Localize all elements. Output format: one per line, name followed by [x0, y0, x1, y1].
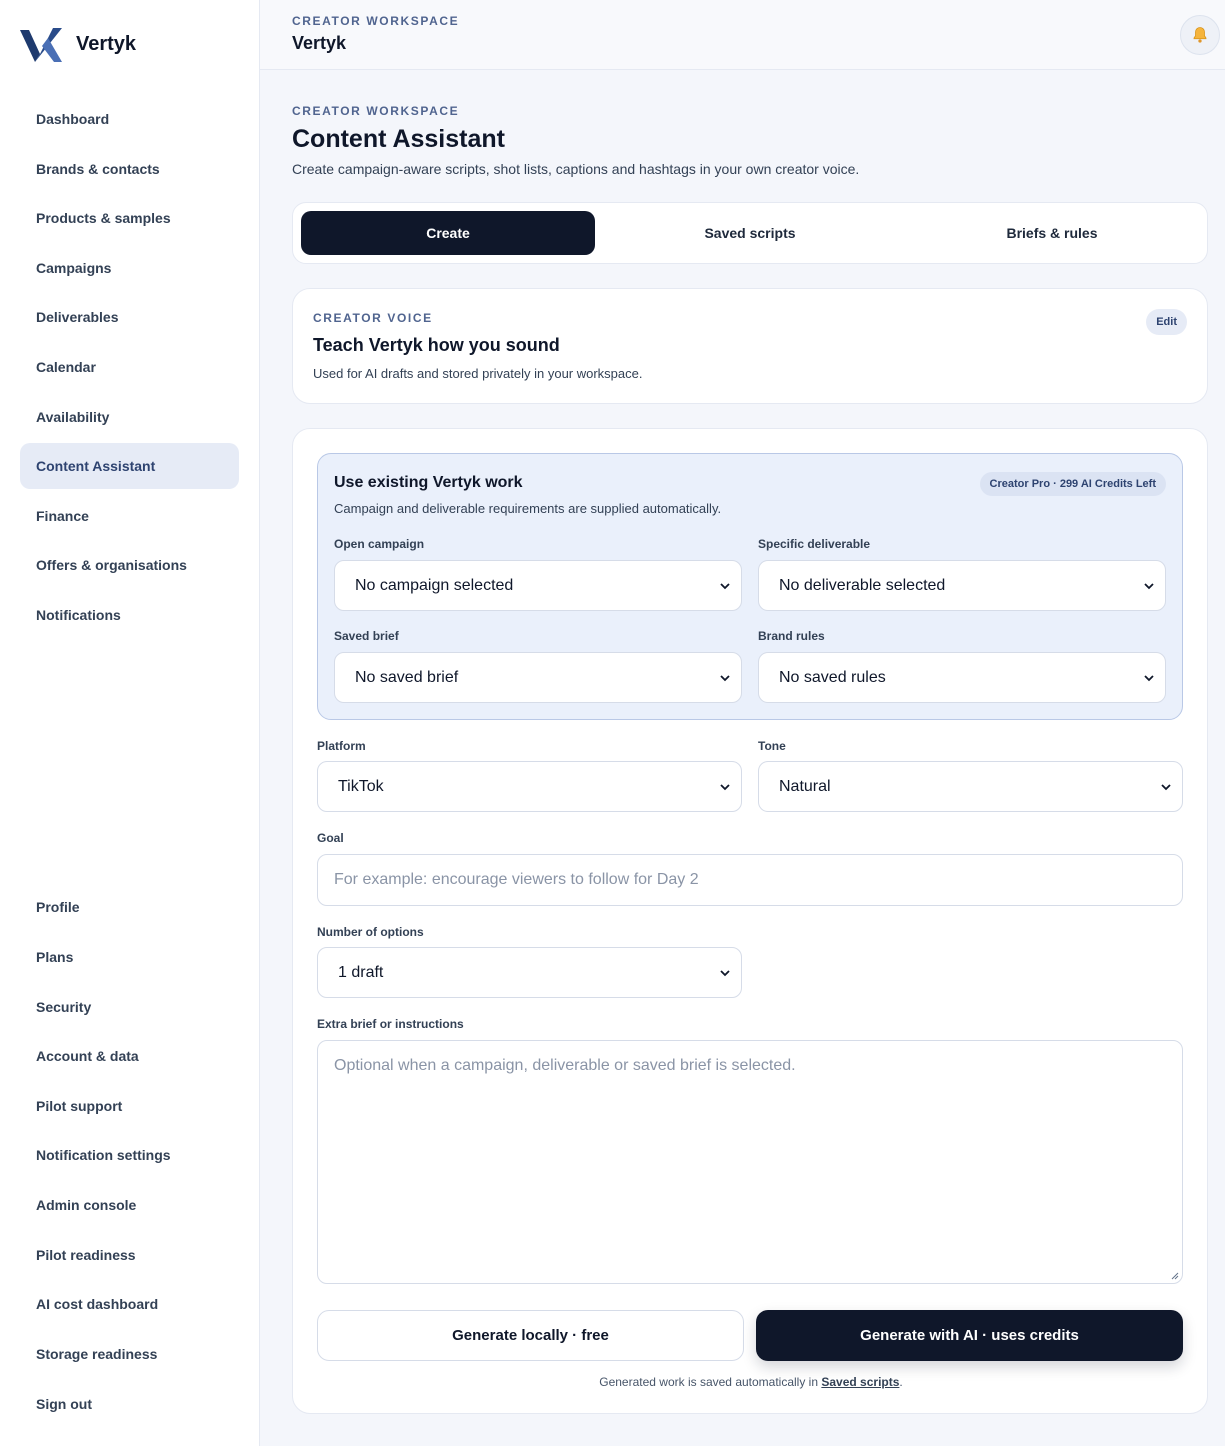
credits-badge: Creator Pro · 299 AI Credits Left: [979, 472, 1166, 496]
goal-input[interactable]: For example: encourage viewers to follow…: [317, 854, 1183, 906]
sidebar-item-dashboard[interactable]: Dashboard: [20, 96, 239, 142]
existing-work-title: Use existing Vertyk work: [334, 474, 523, 491]
sidebar-item-notifications[interactable]: Notifications: [20, 592, 239, 638]
existing-work-subtitle: Campaign and deliverable requirements ar…: [334, 501, 722, 516]
creator-voice-card: CREATOR VOICE Teach Vertyk how you sound…: [292, 288, 1208, 404]
voice-eyebrow: CREATOR VOICE: [313, 311, 433, 325]
chevron-down-icon: [720, 970, 730, 977]
extra-brief-textarea[interactable]: Optional when a campaign, deliverable or…: [317, 1040, 1183, 1284]
header-title: Vertyk: [292, 33, 347, 53]
voice-title: Teach Vertyk how you sound: [313, 335, 560, 355]
footnote-suffix: .: [899, 1375, 903, 1389]
options-label: Number of options: [317, 925, 424, 939]
brand-rules-select[interactable]: No saved rules: [758, 652, 1166, 703]
tone-select-value: Natural: [779, 777, 831, 795]
saved-brief-label: Saved brief: [334, 629, 399, 643]
brand-rules-label: Brand rules: [758, 629, 825, 643]
options-select-value: 1 draft: [338, 963, 384, 981]
platform-label: Platform: [317, 739, 366, 753]
campaign-select[interactable]: No campaign selected: [334, 560, 742, 611]
chevron-down-icon: [1144, 583, 1154, 590]
voice-subtitle: Used for AI drafts and stored privately …: [313, 366, 643, 381]
notifications-bell-button[interactable]: [1180, 15, 1220, 55]
saved-brief-select[interactable]: No saved brief: [334, 652, 742, 703]
brand-rules-select-value: No saved rules: [779, 668, 886, 686]
tab-create[interactable]: Create: [301, 211, 595, 255]
saved-scripts-link[interactable]: Saved scripts: [821, 1375, 899, 1389]
chevron-down-icon: [720, 675, 730, 682]
header-eyebrow: CREATOR WORKSPACE: [292, 14, 460, 28]
vertyk-logo-icon: [20, 28, 62, 62]
sidebar-item-pilot-support[interactable]: Pilot support: [20, 1083, 239, 1129]
sidebar-item-sign-out[interactable]: Sign out: [20, 1381, 239, 1427]
chevron-down-icon: [720, 583, 730, 590]
sidebar-item-ai-cost-dashboard[interactable]: AI cost dashboard: [20, 1281, 239, 1327]
tab-saved-scripts[interactable]: Saved scripts: [603, 211, 897, 255]
existing-work-panel: Use existing Vertyk work Campaign and de…: [317, 453, 1183, 720]
page-title: Content Assistant: [292, 125, 505, 153]
sidebar-item-calendar[interactable]: Calendar: [20, 344, 239, 390]
goal-placeholder: For example: encourage viewers to follow…: [334, 871, 699, 888]
sidebar: Vertyk Dashboard Brands & contacts Produ…: [0, 0, 260, 1446]
deliverable-select-value: No deliverable selected: [779, 576, 946, 594]
tab-bar: Create Saved scripts Briefs & rules: [292, 202, 1208, 264]
tone-select[interactable]: Natural: [758, 761, 1183, 812]
content-form-card: Use existing Vertyk work Campaign and de…: [292, 428, 1208, 1414]
sidebar-item-security[interactable]: Security: [20, 984, 239, 1030]
chevron-down-icon: [1144, 675, 1154, 682]
sidebar-item-campaigns[interactable]: Campaigns: [20, 245, 239, 291]
platform-select[interactable]: TikTok: [317, 761, 742, 812]
chevron-down-icon: [1161, 784, 1171, 791]
tone-label: Tone: [758, 739, 786, 753]
sidebar-item-account-data[interactable]: Account & data: [20, 1033, 239, 1079]
options-select[interactable]: 1 draft: [317, 947, 742, 998]
sidebar-item-storage-readiness[interactable]: Storage readiness: [20, 1331, 239, 1377]
campaign-label: Open campaign: [334, 537, 425, 551]
sidebar-item-pilot-readiness[interactable]: Pilot readiness: [20, 1232, 239, 1278]
brand-name: Vertyk: [76, 32, 137, 55]
resize-handle-icon[interactable]: [1169, 1270, 1179, 1280]
deliverable-select[interactable]: No deliverable selected: [758, 560, 1166, 611]
generate-locally-button[interactable]: Generate locally · free: [317, 1310, 744, 1361]
sidebar-item-products-samples[interactable]: Products & samples: [20, 195, 239, 241]
page-eyebrow: CREATOR WORKSPACE: [292, 104, 460, 118]
platform-select-value: TikTok: [338, 777, 384, 795]
sidebar-item-admin-console[interactable]: Admin console: [20, 1182, 239, 1228]
top-header: CREATOR WORKSPACE Vertyk: [260, 0, 1225, 70]
tab-briefs-rules[interactable]: Briefs & rules: [905, 211, 1199, 255]
chevron-down-icon: [720, 784, 730, 791]
campaign-select-value: No campaign selected: [355, 576, 514, 594]
footnote-prefix: Generated work is saved automatically in: [599, 1375, 822, 1389]
deliverable-label: Specific deliverable: [758, 537, 871, 551]
saved-brief-select-value: No saved brief: [355, 668, 459, 686]
extra-brief-placeholder: Optional when a campaign, deliverable or…: [334, 1057, 796, 1074]
sidebar-item-offers-organisations[interactable]: Offers & organisations: [20, 542, 239, 588]
sidebar-item-content-assistant[interactable]: Content Assistant: [20, 443, 239, 489]
sidebar-item-availability[interactable]: Availability: [20, 394, 239, 440]
edit-voice-button[interactable]: Edit: [1146, 309, 1187, 335]
sidebar-item-finance[interactable]: Finance: [20, 493, 239, 539]
sidebar-item-brands-contacts[interactable]: Brands & contacts: [20, 146, 239, 192]
bell-icon: [1193, 27, 1207, 43]
extra-brief-label: Extra brief or instructions: [317, 1017, 464, 1031]
sidebar-item-deliverables[interactable]: Deliverables: [20, 294, 239, 340]
main-content: CREATOR WORKSPACE Content Assistant Crea…: [260, 70, 1225, 1446]
page-subtitle: Create campaign-aware scripts, shot list…: [292, 161, 860, 177]
generate-ai-button[interactable]: Generate with AI · uses credits: [756, 1310, 1183, 1361]
sidebar-item-plans[interactable]: Plans: [20, 934, 239, 980]
sidebar-item-notification-settings[interactable]: Notification settings: [20, 1132, 239, 1178]
sidebar-item-profile[interactable]: Profile: [20, 884, 239, 930]
goal-label: Goal: [317, 831, 344, 845]
footnote: Generated work is saved automatically in…: [293, 1375, 1209, 1389]
brand[interactable]: Vertyk: [20, 24, 136, 64]
